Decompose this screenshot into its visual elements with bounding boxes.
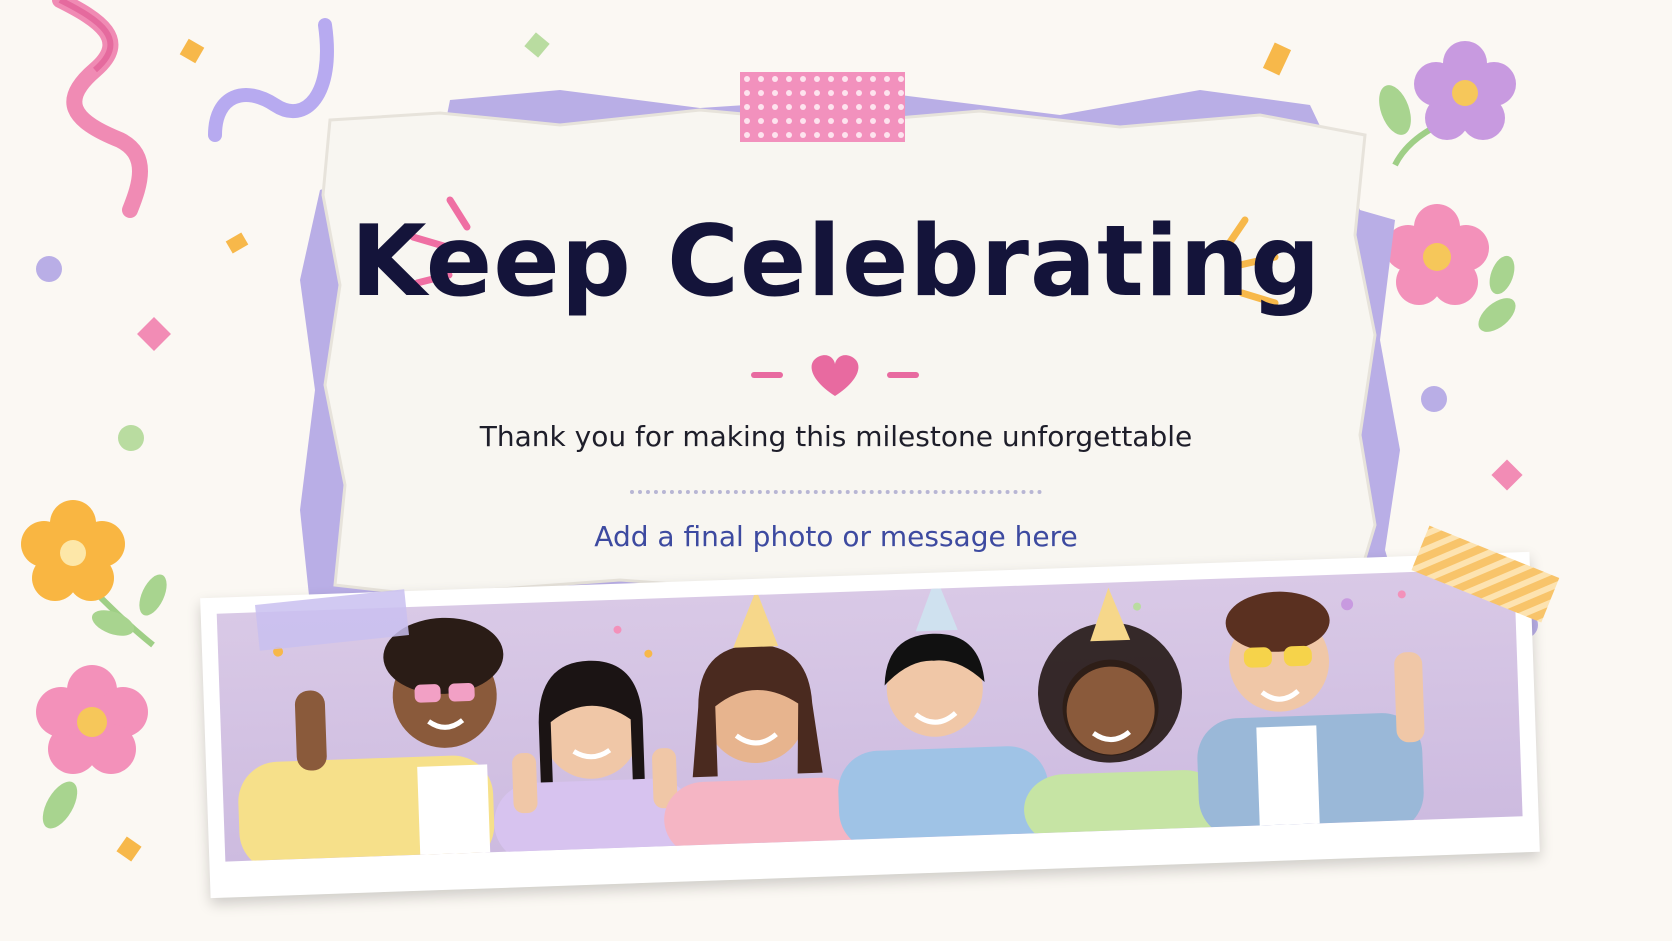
washi-tape-icon xyxy=(740,72,905,142)
heart-icon xyxy=(751,355,919,396)
confetti-icon xyxy=(1262,42,1292,76)
person-3 xyxy=(664,589,865,857)
person-2 xyxy=(494,660,695,862)
confetti-icon xyxy=(179,38,205,64)
confetti-icon xyxy=(1491,459,1523,491)
person-4 xyxy=(838,576,1049,851)
person-6 xyxy=(1197,591,1425,839)
subtitle: Thank you for making this milestone unfo… xyxy=(479,420,1193,453)
confetti-icon xyxy=(524,32,550,58)
confetti-icon xyxy=(1421,386,1447,412)
pink-flower-icon xyxy=(36,665,148,829)
dotted-divider xyxy=(630,490,1042,494)
confetti-icon xyxy=(137,317,171,351)
page-title: Keep Celebrating xyxy=(350,205,1322,319)
washi-tape-icon xyxy=(255,589,409,651)
confetti-icon xyxy=(116,836,142,862)
pink-ribbon-icon xyxy=(52,0,148,218)
orange-flower-icon xyxy=(21,500,167,648)
person-5 xyxy=(1024,587,1224,845)
washi-tape-icon xyxy=(1411,525,1560,623)
